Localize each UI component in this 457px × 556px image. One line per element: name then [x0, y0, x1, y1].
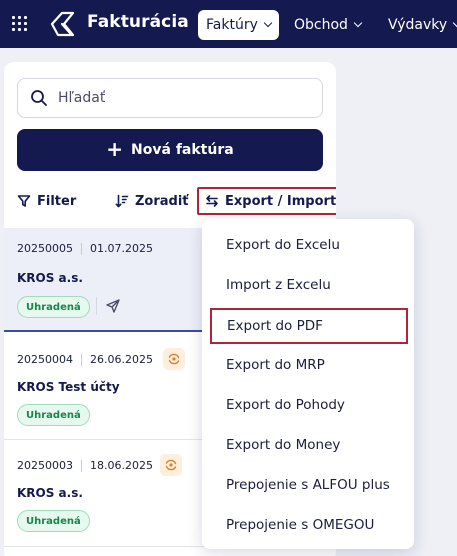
divider	[81, 459, 82, 472]
top-bar: Fakturácia Faktúry Obchod Výdavky	[0, 0, 457, 48]
sync-icon	[163, 348, 185, 370]
divider	[81, 242, 82, 255]
invoice-meta: 20250004 26.06.2025	[17, 353, 153, 366]
chevron-down-icon	[263, 18, 273, 28]
divider	[81, 353, 82, 366]
export-import-button[interactable]: Export / Import	[197, 187, 336, 215]
chevron-down-icon	[452, 18, 457, 28]
search-input[interactable]: Hľadať	[17, 78, 323, 118]
invoice-meta: 20250005 01.07.2025	[17, 242, 153, 255]
nav-obchod[interactable]: Obchod	[286, 10, 369, 40]
invoice-number: 20250005	[17, 242, 73, 255]
status-badge: Uhradená	[17, 404, 90, 426]
invoice-client: KROS a.s.	[17, 486, 83, 500]
divider	[96, 297, 97, 315]
status-badge: Uhradená	[17, 510, 90, 532]
invoice-number: 20250004	[17, 353, 73, 366]
invoice-date: 01.07.2025	[90, 242, 153, 255]
nav-faktury-label: Faktúry	[206, 17, 258, 33]
sort-button[interactable]: Zoradiť	[115, 187, 189, 215]
sync-icon	[160, 454, 182, 476]
sort-icon	[115, 194, 129, 208]
menu-item-export-pohody[interactable]: Export do Pohody	[202, 385, 414, 425]
invoice-client: KROS Test účty	[17, 380, 120, 394]
app-title: Fakturácia	[87, 12, 189, 32]
logo-icon	[50, 11, 75, 37]
plus-icon: +	[106, 137, 124, 161]
apps-grid-icon[interactable]	[12, 16, 28, 32]
menu-item-export-money[interactable]: Export do Money	[202, 425, 414, 465]
invoice-meta: 20250003 18.06.2025	[17, 459, 153, 472]
filter-button[interactable]: Filter	[17, 187, 76, 215]
filter-icon	[17, 195, 31, 207]
menu-item-export-pdf[interactable]: Export do PDF	[210, 308, 408, 344]
send-action[interactable]	[96, 297, 121, 315]
nav-vydavky[interactable]: Výdavky	[380, 10, 457, 40]
menu-item-export-mrp[interactable]: Export do MRP	[202, 345, 414, 385]
new-invoice-button[interactable]: + Nová faktúra	[17, 129, 323, 171]
nav-faktury[interactable]: Faktúry	[198, 10, 279, 40]
nav-obchod-label: Obchod	[294, 17, 348, 33]
export-import-label: Export / Import	[225, 193, 336, 209]
status-badge: Uhradená	[17, 296, 90, 318]
search-icon	[31, 90, 47, 106]
search-placeholder: Hľadať	[58, 90, 106, 106]
invoice-number: 20250003	[17, 459, 73, 472]
chevron-down-icon	[353, 18, 363, 28]
send-icon[interactable]	[105, 298, 121, 314]
menu-item-import-excel[interactable]: Import z Excelu	[202, 265, 414, 305]
new-invoice-label: Nová faktúra	[131, 142, 234, 158]
menu-item-alfa-plus[interactable]: Prepojenie s ALFOU plus	[202, 465, 414, 505]
menu-item-export-excel[interactable]: Export do Excelu	[202, 225, 414, 265]
invoice-date: 26.06.2025	[90, 353, 153, 366]
export-import-menu: Export do Excelu Import z Excelu Export …	[202, 219, 414, 549]
menu-item-omega[interactable]: Prepojenie s OMEGOU	[202, 505, 414, 545]
nav-vydavky-label: Výdavky	[388, 17, 448, 33]
toolbar: Filter Zoradiť Export / Import	[4, 187, 336, 215]
sort-label: Zoradiť	[135, 193, 189, 209]
filter-label: Filter	[37, 193, 77, 209]
invoice-date: 18.06.2025	[90, 459, 153, 472]
invoice-client: KROS a.s.	[17, 271, 83, 285]
swap-arrows-icon	[206, 195, 218, 207]
